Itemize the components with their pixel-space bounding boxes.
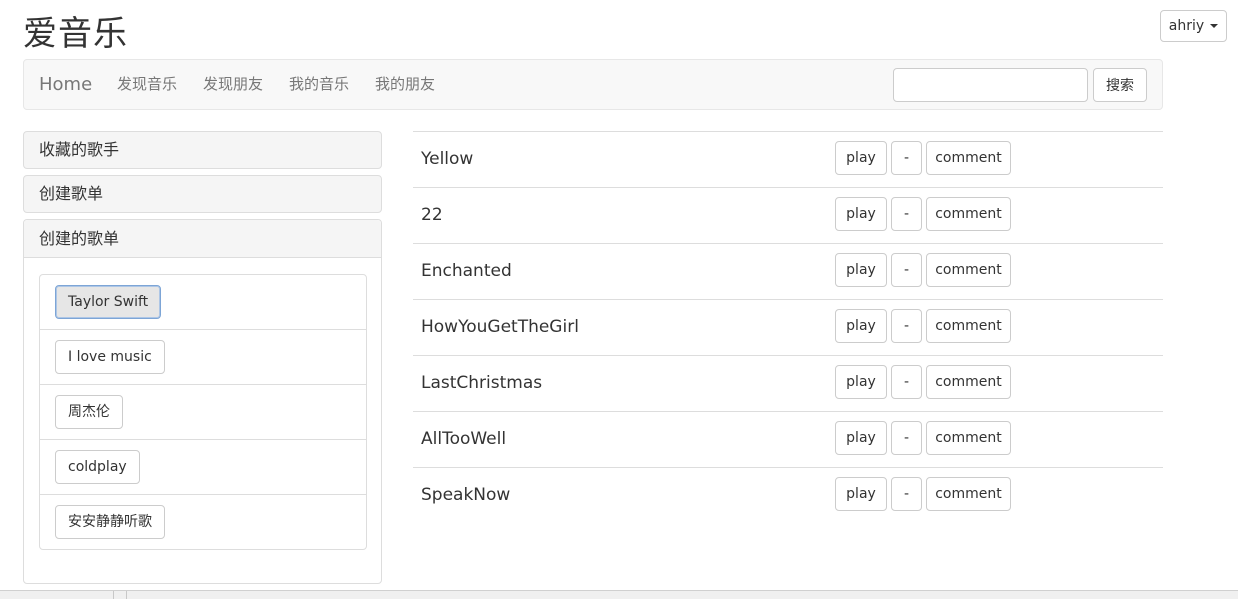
play-button[interactable]: play [835,141,887,175]
song-title: HowYouGetTheGirl [421,317,579,337]
playlist-button[interactable]: coldplay [55,450,140,484]
play-button[interactable]: play [835,421,887,455]
remove-button[interactable]: - [891,141,922,175]
nav-home[interactable]: Home [39,60,92,109]
list-item: coldplay [40,440,366,495]
table-row: Yellow play - comment [413,131,1163,187]
brand-logo: 爱音乐 [23,14,128,54]
song-title: Yellow [421,149,474,169]
comment-button[interactable]: comment [926,365,1011,399]
song-title: LastChristmas [421,373,543,393]
comment-button[interactable]: comment [926,253,1011,287]
song-title: Enchanted [421,261,512,281]
playlist-button[interactable]: 周杰伦 [55,395,123,429]
list-item: 周杰伦 [40,385,366,440]
play-button[interactable]: play [835,197,887,231]
comment-button[interactable]: comment [926,477,1011,511]
panel-create-playlist[interactable]: 创建歌单 [23,175,382,213]
play-button[interactable]: play [835,477,887,511]
user-menu-dropdown[interactable]: ahriy [1160,10,1227,42]
navbar: Home 发现音乐 发现朋友 我的音乐 我的朋友 搜索 [23,59,1163,110]
remove-button[interactable]: - [891,477,922,511]
table-row: LastChristmas play - comment [413,355,1163,411]
caret-down-icon [1210,24,1219,28]
comment-button[interactable]: comment [926,197,1011,231]
table-row: SpeakNow play - comment [413,467,1163,523]
list-item: I love music [40,330,366,385]
remove-button[interactable]: - [891,421,922,455]
remove-button[interactable]: - [891,309,922,343]
remove-button[interactable]: - [891,365,922,399]
table-row: 22 play - comment [413,187,1163,243]
search-input[interactable] [893,68,1088,102]
play-button[interactable]: play [835,309,887,343]
list-item: 安安静静听歌 [40,495,366,550]
song-title: AllTooWell [421,429,507,449]
nav-discover-music[interactable]: 发现音乐 [117,60,177,109]
comment-button[interactable]: comment [926,309,1011,343]
panel-created-playlists: 创建的歌单 Taylor Swift I love music 周杰伦 cold… [23,219,382,584]
remove-button[interactable]: - [891,197,922,231]
list-item: Taylor Swift [40,275,366,330]
play-button[interactable]: play [835,253,887,287]
nav-my-music[interactable]: 我的音乐 [289,60,349,109]
playlist-list: Taylor Swift I love music 周杰伦 coldplay 安… [39,274,367,550]
playlist-button[interactable]: 安安静静听歌 [55,505,165,539]
song-title: 22 [421,205,443,225]
panel-created-playlists-title[interactable]: 创建的歌单 [24,220,381,258]
comment-button[interactable]: comment [926,421,1011,455]
comment-button[interactable]: comment [926,141,1011,175]
table-row: Enchanted play - comment [413,243,1163,299]
song-list: Yellow play - comment 22 play - comment … [413,131,1163,523]
nav-discover-friends[interactable]: 发现朋友 [203,60,263,109]
song-title: SpeakNow [421,485,511,505]
search-button[interactable]: 搜索 [1093,68,1147,102]
remove-button[interactable]: - [891,253,922,287]
table-row: AllTooWell play - comment [413,411,1163,467]
playlist-button[interactable]: Taylor Swift [55,285,162,319]
panel-favorite-singers[interactable]: 收藏的歌手 [23,131,382,169]
user-name: ahriy [1168,18,1205,34]
playlist-button[interactable]: I love music [55,340,165,374]
play-button[interactable]: play [835,365,887,399]
table-row: HowYouGetTheGirl play - comment [413,299,1163,355]
nav-my-friends[interactable]: 我的朋友 [375,60,435,109]
